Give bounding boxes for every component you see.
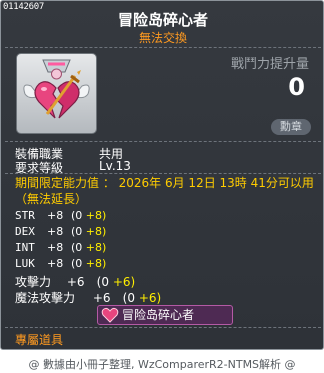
footer-credit: @ 數據由小冊子整理, WzComparerR2-NTMS解析 @ [28, 358, 296, 371]
attack-value: +6 [66, 275, 85, 289]
divider [5, 327, 321, 328]
stat-base: (0 [71, 257, 83, 270]
attack-row: 攻擊力 +6 (0 +6) [15, 273, 135, 290]
exclusive-label: 專屬道具 [15, 333, 64, 347]
magic-attack-base: (0 [122, 291, 135, 305]
stat-key: STR [15, 209, 35, 222]
divider [5, 141, 321, 142]
stat-key: INT [15, 241, 35, 254]
power-value: 0 [288, 73, 305, 101]
divider [5, 173, 321, 174]
power-label: 戰鬥力提升量 [230, 57, 309, 72]
attack-base: (0 [96, 275, 109, 289]
stat-bonus: +8) [85, 225, 107, 238]
set-item-name: 冒险岛碎心者 [122, 308, 195, 322]
stat-base: (0 [71, 225, 83, 238]
stat-bonus: +8) [85, 209, 107, 222]
stat-row-dex: DEX +8 (0 +8) [15, 225, 106, 238]
medal-button[interactable]: 勳章 [271, 119, 311, 135]
broken-heart-medal-icon [23, 59, 90, 119]
magic-attack-bonus: +6) [138, 291, 162, 305]
magic-attack-label: 魔法攻擊力 [15, 291, 76, 305]
stat-base: (0 [71, 209, 83, 222]
stat-value: +8 [47, 257, 64, 270]
stat-value: +8 [47, 241, 64, 254]
stat-bonus: +8) [85, 241, 107, 254]
level-value: Lv.13 [99, 159, 131, 173]
magic-attack-row: 魔法攻擊力 +6 (0 +6) [15, 289, 161, 306]
magic-attack-value: +6 [92, 291, 111, 305]
stat-row-str: STR +8 (0 +8) [15, 209, 106, 222]
stat-value: +8 [47, 225, 64, 238]
tradeability-text: 無法交換 [138, 31, 187, 45]
item-icon-frame [16, 53, 97, 134]
stat-key: LUK [15, 257, 35, 270]
stat-value: +8 [47, 209, 64, 222]
stat-bonus: +8) [85, 257, 107, 270]
stat-base: (0 [71, 241, 83, 254]
stat-key: DEX [15, 225, 35, 238]
item-name: 冒险岛碎心者 [117, 11, 208, 29]
stat-row-int: INT +8 (0 +8) [15, 241, 106, 254]
item-tooltip: 01142607 冒险岛碎心者 無法交換 戰鬥力提升量 0 勳章 裝備職業 共用… [0, 0, 324, 350]
stat-row-luk: LUK +8 (0 +8) [15, 257, 106, 270]
attack-bonus: +6) [112, 275, 136, 289]
divider [5, 47, 321, 48]
attack-label: 攻擊力 [15, 275, 52, 289]
period-text: 期間限定能力值 ： 2026年 6月 12日 13時 41分可以用（無法延長） [15, 176, 314, 206]
heart-icon [101, 307, 119, 323]
set-item-tag[interactable]: 冒险岛碎心者 [97, 305, 233, 325]
